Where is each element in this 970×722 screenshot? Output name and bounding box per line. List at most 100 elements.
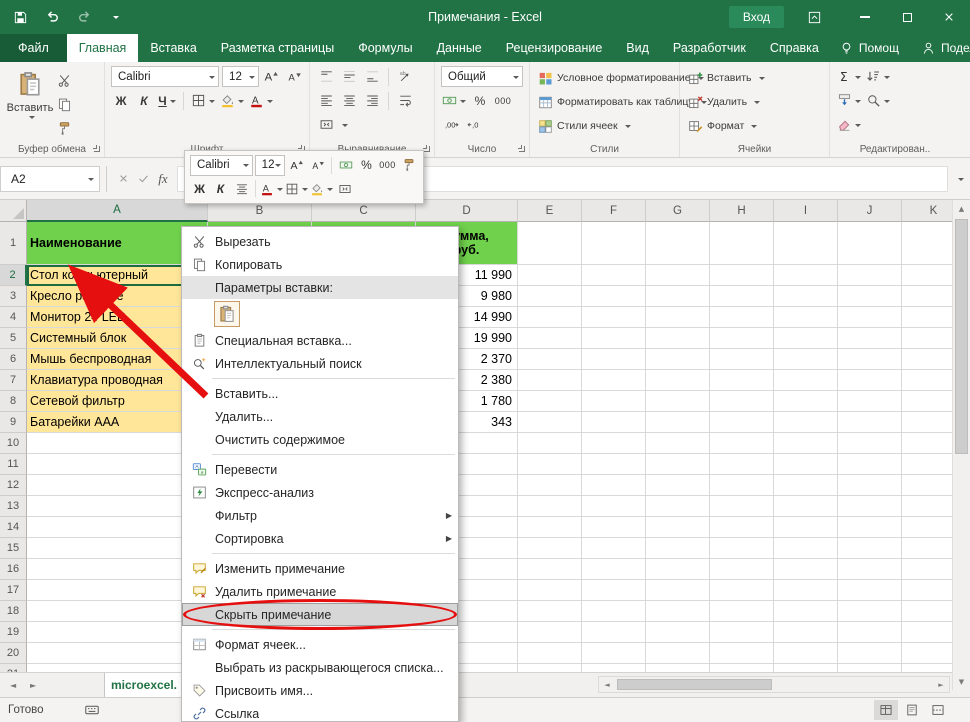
cell[interactable] [902,622,952,643]
align-top-button[interactable] [316,66,336,87]
cell[interactable] [710,265,774,286]
view-normal-icon[interactable] [874,700,898,720]
cell[interactable] [518,412,582,433]
column-header[interactable]: A [27,200,208,222]
row-header[interactable]: 3 [0,286,27,307]
cell[interactable] [646,391,710,412]
cell[interactable] [902,580,952,601]
context-menu-item[interactable]: Фильтр▶ [182,504,458,527]
cell[interactable] [774,517,838,538]
cell[interactable] [774,307,838,328]
cell[interactable] [710,391,774,412]
cell[interactable] [646,622,710,643]
insert-cells-button[interactable]: Вставить [686,66,825,90]
cell[interactable] [838,433,902,454]
cell[interactable] [582,370,646,391]
cell[interactable] [774,559,838,580]
percent-style-button[interactable]: % [470,90,490,111]
context-menu-item[interactable]: Ссылка [182,702,458,722]
mini-merge-button[interactable] [335,178,354,199]
cell[interactable] [518,559,582,580]
cell[interactable] [582,349,646,370]
cell[interactable] [646,222,710,265]
sign-in-button[interactable]: Вход [729,6,784,28]
cell[interactable] [646,328,710,349]
cell[interactable] [582,496,646,517]
cell[interactable] [582,454,646,475]
cell[interactable] [838,496,902,517]
copy-button[interactable] [54,94,74,115]
cell[interactable] [582,643,646,664]
number-dialog-launcher-icon[interactable] [517,144,526,153]
row-header[interactable]: 2 [0,265,27,286]
context-menu-item[interactable]: AяПеревести [182,458,458,481]
cell[interactable] [646,433,710,454]
align-bottom-button[interactable] [362,66,382,87]
vscroll-thumb[interactable] [955,219,968,454]
cell[interactable] [838,559,902,580]
cell[interactable] [646,307,710,328]
delete-cells-button[interactable]: Удалить [686,90,825,114]
minimize-button[interactable] [844,0,886,34]
row-header[interactable]: 14 [0,517,27,538]
horizontal-scrollbar[interactable]: ◄ ► [598,676,950,693]
cell[interactable] [838,580,902,601]
row-header[interactable]: 10 [0,433,27,454]
cell[interactable] [646,412,710,433]
cell[interactable] [582,391,646,412]
cell[interactable] [902,265,952,286]
row-header[interactable]: 19 [0,622,27,643]
cell[interactable] [774,286,838,307]
decrease-decimal-button[interactable]: ,0 [464,114,484,135]
font-size-select[interactable]: 12 [222,66,259,87]
find-select-button[interactable] [865,90,891,111]
share-button[interactable]: Поделиться [913,41,970,56]
cell[interactable] [646,643,710,664]
cell[interactable] [518,433,582,454]
vertical-scrollbar[interactable]: ▲ ▼ [952,200,970,690]
cell[interactable] [902,496,952,517]
paste-button[interactable]: Вставить [6,66,54,139]
cell[interactable] [518,496,582,517]
cell[interactable] [518,580,582,601]
row-header[interactable]: 20 [0,643,27,664]
cell[interactable] [902,328,952,349]
underline-button[interactable]: Ч [157,90,177,111]
cut-button[interactable] [54,70,74,91]
cell[interactable] [518,454,582,475]
cell[interactable] [646,265,710,286]
cell[interactable] [902,412,952,433]
cell[interactable] [710,559,774,580]
row-header[interactable]: 1 [0,222,27,265]
grow-font-button[interactable]: А [262,66,282,87]
cell[interactable] [646,475,710,496]
mini-font-size-select[interactable]: 12 [255,155,285,176]
cell[interactable] [518,601,582,622]
mini-format-painter-button[interactable] [399,155,418,176]
cell[interactable] [518,265,582,286]
sheet-tab-active[interactable]: microexcel. [104,673,184,697]
increase-decimal-button[interactable]: ,00 [441,114,461,135]
cell[interactable] [838,643,902,664]
mini-borders-button[interactable] [285,178,308,199]
cell[interactable] [646,370,710,391]
row-header[interactable]: 9 [0,412,27,433]
cell[interactable] [518,328,582,349]
cancel-icon[interactable] [113,166,133,192]
cell[interactable] [518,391,582,412]
shrink-font-button[interactable]: А [285,66,305,87]
column-header[interactable]: E [518,200,582,222]
mini-percent-button[interactable]: % [357,155,376,176]
fill-button[interactable] [836,90,862,111]
close-button[interactable] [928,0,970,34]
mini-bold-button[interactable]: Ж [190,178,209,199]
cell[interactable] [582,517,646,538]
mini-fill-color-button[interactable] [310,178,333,199]
cell[interactable] [582,475,646,496]
cell[interactable] [838,517,902,538]
column-header[interactable]: G [646,200,710,222]
undo-icon[interactable] [44,9,60,25]
cell[interactable] [774,538,838,559]
cell[interactable] [774,580,838,601]
cell-styles-button[interactable]: Стили ячеек [536,114,675,138]
